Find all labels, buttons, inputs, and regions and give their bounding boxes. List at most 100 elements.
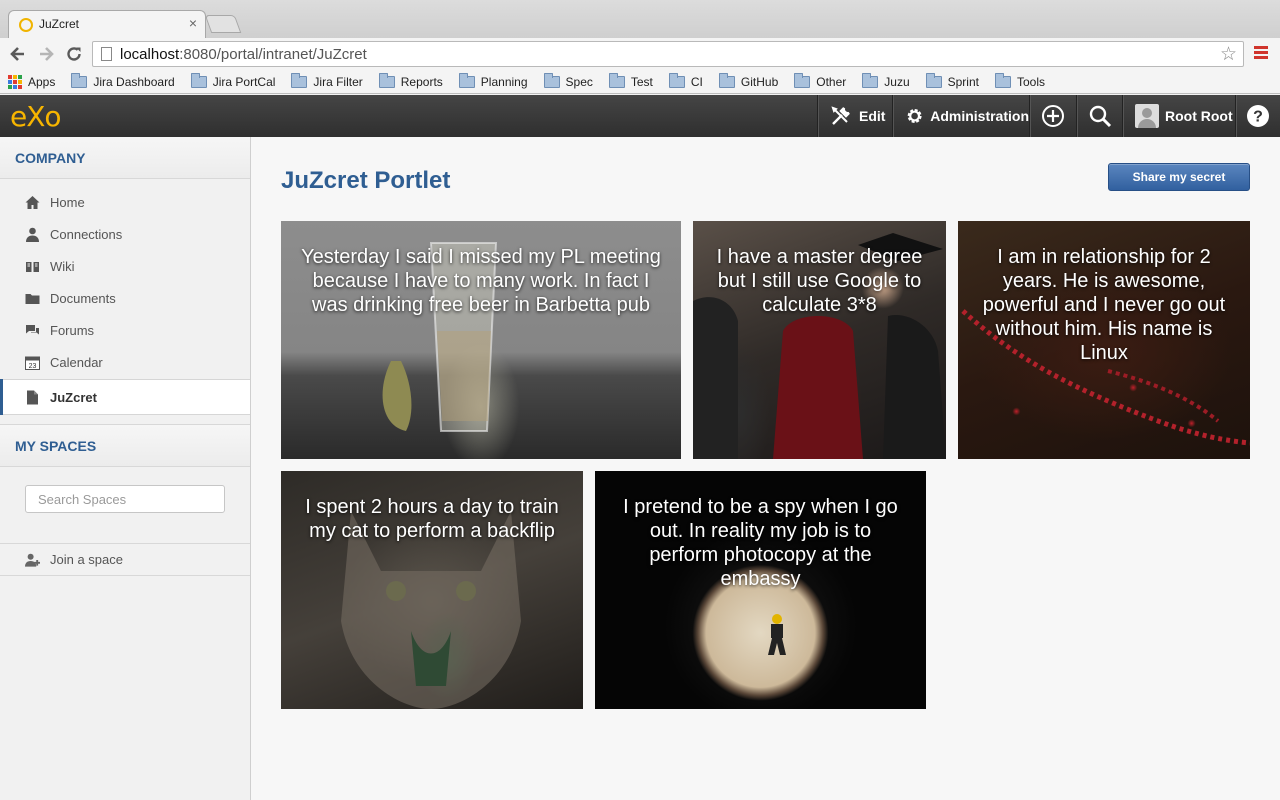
folder-icon [794,72,811,88]
back-button[interactable] [6,42,30,66]
my-spaces-section-title: MY SPACES [0,425,250,467]
secret-card[interactable]: Yesterday I said I missed my PL meeting … [281,221,681,459]
search-spaces-container [0,467,250,544]
help-button[interactable]: ? [1235,95,1280,137]
bookmark-label: Tools [1016,74,1045,89]
folder-icon [458,72,475,88]
folder-icon [71,72,88,88]
search-spaces-input[interactable] [25,485,225,513]
person-icon [25,227,40,242]
bookmark-github[interactable]: GitHub [718,72,779,89]
bookmark-apps[interactable]: Apps [8,74,56,89]
sidebar-item-wiki[interactable]: Wiki [0,250,250,282]
bookmark-label: Jira Dashboard [93,74,175,89]
exo-logo[interactable]: eXo [10,100,62,133]
bookmark-jira-portcal[interactable]: Jira PortCal [190,72,276,89]
home-icon [25,195,40,210]
bookmark-label: Apps [28,74,56,89]
url-text: localhost:8080/portal/intranet/JuZcret [120,46,367,63]
sidebar-item-label: Wiki [50,258,75,274]
sidebar-item-documents[interactable]: Documents [0,282,250,314]
sidebar-item-label: Connections [50,226,123,242]
reload-button[interactable] [62,42,86,66]
tab-close-icon[interactable]: × [189,15,197,31]
share-secret-button[interactable]: Share my secret [1108,163,1250,191]
forward-button[interactable] [34,42,58,66]
exo-favicon-icon [19,18,33,32]
sidebar-item-home[interactable]: Home [0,186,250,218]
address-bar[interactable]: localhost:8080/portal/intranet/JuZcret ☆ [92,41,1244,67]
bookmark-label: Jira PortCal [212,74,276,89]
secret-card[interactable]: I have a master degree but I still use G… [693,221,946,459]
bookmark-label: Planning [480,74,528,89]
sidebar-item-juzcret[interactable]: JuZcret [0,379,250,415]
bookmark-test[interactable]: Test [608,72,653,89]
search-icon [1089,105,1111,128]
bookmark-label: GitHub [740,74,779,89]
bookmark-label: Jira Filter [313,74,363,89]
bookmark-star-icon[interactable]: ☆ [1220,43,1237,66]
document-icon [25,390,40,405]
folder-icon [291,72,308,88]
calendar-icon: 23 [25,355,40,370]
sidebar-item-label: Documents [50,290,116,306]
bookmark-label: Juzu [884,74,910,89]
edit-menu[interactable]: Edit [817,95,892,137]
new-tab-button[interactable] [204,15,242,33]
bookmark-jira-filter[interactable]: Jira Filter [291,72,363,89]
sidebar-item-label: Forums [50,322,95,338]
user-name: Root Root [1165,108,1233,124]
bookmark-label: Reports [400,74,443,89]
sidebar-item-calendar[interactable]: 23 Calendar [0,346,250,378]
add-user-icon [25,552,40,567]
divider [0,415,250,425]
arrow-right-icon [40,47,54,61]
secret-text: I spent 2 hours a day to train my cat to… [305,496,559,542]
avatar [1135,104,1159,128]
bookmark-reports[interactable]: Reports [378,72,443,89]
bookmark-label: Spec [565,74,593,89]
sidebar-item-connections[interactable]: Connections [0,218,250,250]
add-circle-icon [1042,105,1064,127]
secret-card[interactable]: I am in relationship for 2 years. He is … [958,221,1250,459]
svg-text:23: 23 [29,363,37,370]
bookmark-planning[interactable]: Planning [458,72,528,89]
secret-card[interactable]: I pretend to be a spy when I go out. In … [595,471,926,709]
secret-card[interactable]: I spent 2 hours a day to train my cat to… [281,471,583,709]
bookmark-sprint[interactable]: Sprint [925,72,979,89]
user-menu[interactable]: Root Root [1122,95,1235,137]
administration-menu[interactable]: Administration [892,95,1029,137]
bookmark-juzu[interactable]: Juzu [862,72,910,89]
folder-icon [378,72,395,88]
secret-text: I have a master degree but I still use G… [716,246,923,316]
reload-icon [67,47,81,61]
sidebar-item-forums[interactable]: Forums [0,314,250,346]
browser-toolbar: localhost:8080/portal/intranet/JuZcret ☆ [0,38,1280,70]
secret-text: I pretend to be a spy when I go out. In … [623,496,898,590]
bookmark-tools[interactable]: Tools [994,72,1045,89]
exo-top-navigation: eXo Edit Administration Root Root ? [0,95,1280,137]
add-button[interactable] [1029,95,1076,137]
folder-icon [718,72,735,88]
arrow-left-icon [10,47,24,61]
folder-icon [994,72,1011,88]
browser-tab[interactable]: JuZcret × [8,10,206,38]
bookmark-spec[interactable]: Spec [543,72,593,89]
bookmark-ci[interactable]: CI [668,72,703,89]
page-icon [101,47,112,61]
browser-menu-icon[interactable] [1254,46,1268,60]
bookmark-label: Other [816,74,847,89]
secret-text: I am in relationship for 2 years. He is … [982,246,1226,364]
chat-icon [25,323,40,338]
folder-icon [925,72,942,88]
company-navigation: Home Connections Wiki Documents Forums 23 Cale… [0,179,250,415]
administration-label: Administration [930,108,1029,124]
bookmark-jira-dashboard[interactable]: Jira Dashboard [71,72,175,89]
bookmark-label: Test [630,74,653,89]
bookmark-label: Sprint [947,74,979,89]
join-space-link[interactable]: Join a space [0,544,250,576]
search-button[interactable] [1076,95,1122,137]
folder-icon [862,72,879,88]
page-title: JuZcret Portlet [281,167,451,194]
bookmark-other[interactable]: Other [794,72,847,89]
